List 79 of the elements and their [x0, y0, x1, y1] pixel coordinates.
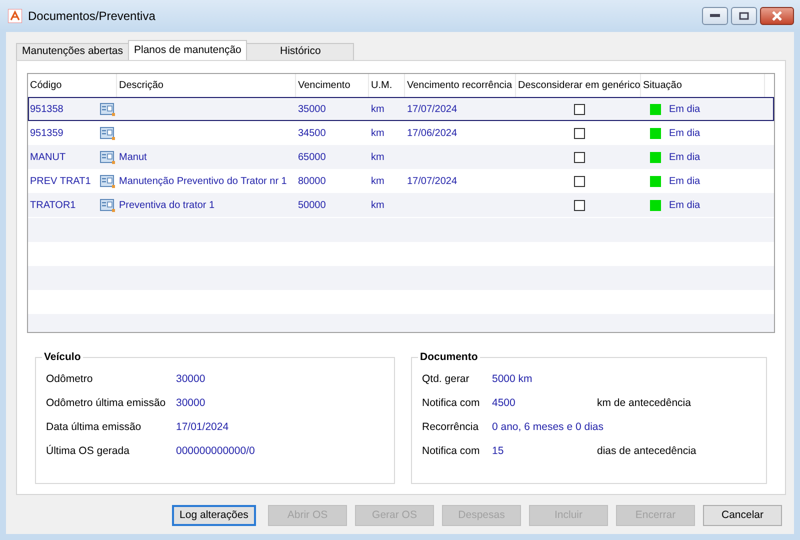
field-label: Data última emissão — [46, 420, 142, 436]
field-label: Odômetro — [46, 372, 94, 388]
action-button[interactable]: Cancelar — [703, 505, 782, 526]
checkbox[interactable] — [574, 152, 585, 162]
field-value: 30000 — [176, 396, 206, 412]
maximize-icon — [739, 12, 749, 20]
table-cell-text: km — [371, 150, 384, 164]
table-cell-text: km — [371, 102, 384, 116]
close-button[interactable] — [760, 7, 794, 25]
table-cell-text: 17/06/2024 — [407, 126, 458, 140]
field-suffix: dias de antecedência — [597, 444, 696, 460]
checkbox[interactable] — [574, 128, 585, 138]
close-icon — [771, 11, 783, 21]
document-icon — [100, 174, 115, 188]
checkbox[interactable] — [574, 104, 585, 114]
table-cell-text: Em dia — [669, 126, 700, 140]
field-value: 17/01/2024 — [176, 420, 229, 436]
column-header: Situação — [643, 79, 682, 93]
table-row[interactable]: 951359 34500 km 17/06/2024 Em dia — [28, 121, 774, 145]
table-cell-text: Manut — [119, 150, 147, 164]
tab[interactable]: Histórico — [246, 43, 354, 60]
column-header: Vencimento — [298, 79, 350, 93]
table-cell-text: km — [371, 198, 384, 212]
table-cell-text: 50000 — [298, 198, 326, 212]
table-cell-text: km — [371, 126, 384, 140]
table-cell-text: Em dia — [669, 198, 700, 212]
table-cell-text: km — [371, 174, 384, 188]
column-header: Vencimento recorrência — [407, 79, 512, 93]
action-button[interactable]: Log alterações — [172, 505, 256, 526]
table-cell-text: Manutenção Preventivo do Trator nr 1 — [119, 174, 287, 188]
document-icon — [100, 150, 115, 164]
app-icon — [8, 9, 22, 23]
field-value: 30000 — [176, 372, 206, 388]
field-value: 5000 km — [492, 372, 532, 388]
table-cell-text: 17/07/2024 — [407, 174, 458, 188]
field-label: Odômetro última emissão — [46, 396, 167, 412]
field-suffix: km de antecedência — [597, 396, 691, 412]
field-value: 0 ano, 6 meses e 0 dias — [492, 420, 604, 436]
tab[interactable]: Planos de manutenção — [128, 40, 248, 60]
checkbox[interactable] — [574, 176, 585, 186]
table-cell-text: 34500 — [298, 126, 326, 140]
field-value: 4500 — [492, 396, 516, 412]
minimize-icon — [710, 14, 720, 18]
table-cell-text: 17/07/2024 — [407, 102, 458, 116]
field-label: Qtd. gerar — [422, 372, 470, 388]
table-cell-text: 35000 — [298, 102, 326, 116]
field-label: Recorrência — [422, 420, 480, 436]
table-cell-text: MANUT — [30, 150, 67, 164]
column-header: Desconsiderar em genérico — [518, 79, 640, 93]
minimize-button[interactable] — [702, 7, 728, 25]
column-header: U.M. — [371, 79, 392, 93]
table-cell-text: 951358 — [30, 102, 64, 116]
field-value: 000000000000/0 — [176, 444, 255, 460]
field-value: 15 — [492, 444, 505, 460]
maximize-button[interactable] — [731, 7, 757, 25]
document-icon — [100, 198, 115, 212]
table-cell-text: Em dia — [669, 102, 700, 116]
document-icon — [100, 102, 115, 116]
field-label: Última OS gerada — [46, 444, 130, 460]
field-label: Notifica com — [422, 444, 481, 460]
table-row[interactable]: MANUT Manut 65000 km Em dia — [28, 145, 774, 169]
table-row[interactable]: TRATOR1 Preventiva do trator 1 50000 km Em dia — [28, 193, 774, 217]
table-cell-text: TRATOR1 — [30, 198, 77, 212]
document-icon — [100, 126, 115, 140]
table-cell-text: Preventiva do trator 1 — [119, 198, 215, 212]
table-cell-text: PREV TRAT1 — [30, 174, 92, 188]
window-title: Documentos/Preventiva — [28, 8, 156, 25]
table-row[interactable]: 951358 35000 km 17/07/2024 Em dia — [28, 97, 774, 121]
table-row[interactable]: PREV TRAT1 Manutenção Preventivo do Trator nr 1 80000 km 17/07/2024 Em dia — [28, 169, 774, 193]
table-cell-text: 951359 — [30, 126, 64, 140]
checkbox[interactable] — [574, 200, 585, 210]
tab[interactable]: Manutenções abertas — [16, 43, 129, 60]
table-cell-text: 80000 — [298, 174, 326, 188]
field-label: Notifica com — [422, 396, 481, 412]
table-cell-text: 65000 — [298, 150, 326, 164]
column-header: Código — [30, 79, 62, 93]
table-cell-text: Em dia — [669, 174, 700, 188]
table-cell-text: Em dia — [669, 150, 700, 164]
column-header: Descrição — [119, 79, 164, 93]
